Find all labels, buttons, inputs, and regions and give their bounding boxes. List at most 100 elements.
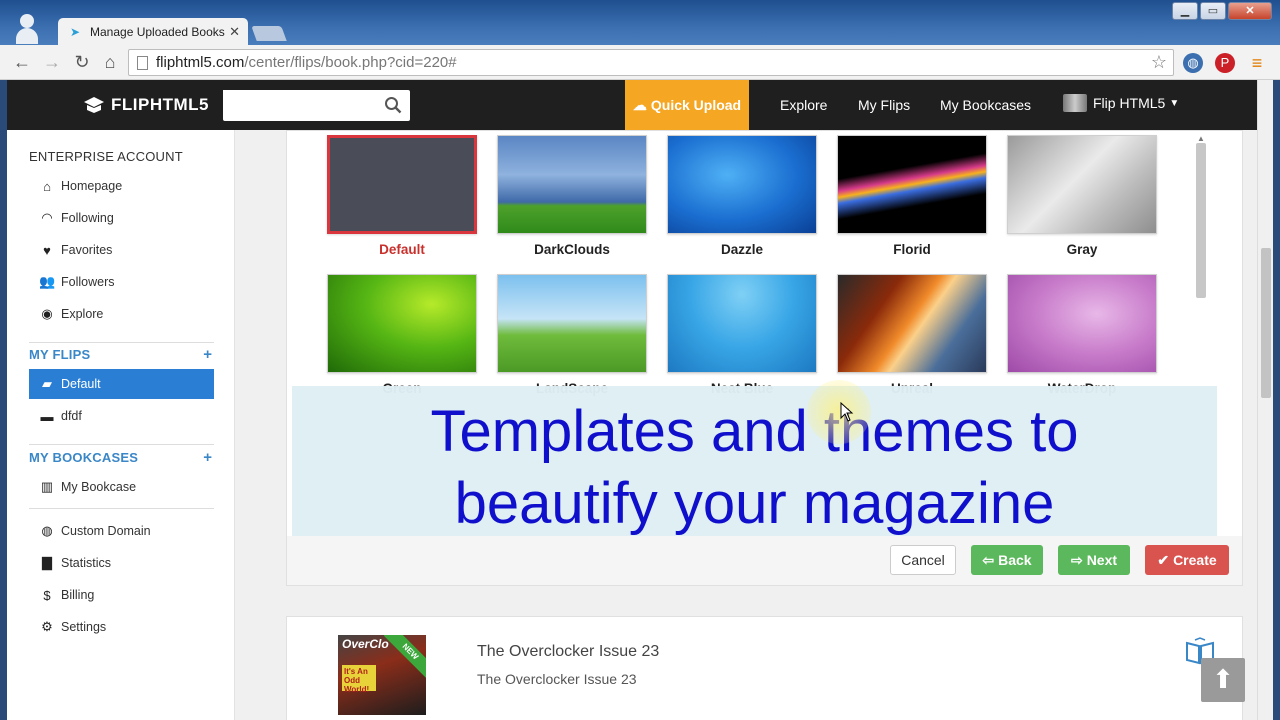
sidebar-item-dfdf[interactable]: ▬ dfdf [29,401,214,431]
logo-mark-icon [84,97,104,113]
book-subtitle: The Overclocker Issue 23 [477,671,637,687]
add-bookcase-button[interactable]: + [203,449,212,466]
nav-my-flips[interactable]: My Flips [858,97,910,113]
theme-default[interactable]: Default [327,135,477,257]
folder-icon: ▬ [40,408,54,424]
action-bar: Cancel ⇦ Back ⇨ Next ✔ Create [286,536,1243,586]
address-bar[interactable]: fliphtml5.com/center/flips/book.php?cid=… [128,49,1174,76]
sidebar-item-label: Settings [61,620,107,634]
minimize-button[interactable]: ▁ [1172,2,1198,20]
sidebar-item-homepage[interactable]: ⌂ Homepage [29,171,214,201]
back-arrow-icon[interactable]: ← [10,51,34,75]
pinterest-icon[interactable]: P [1215,53,1235,73]
browser-toolbar: ← → ↻ ⌂ fliphtml5.com/center/flips/book.… [0,45,1280,80]
rss-icon: ◠ [41,210,53,225]
sidebar-item-following[interactable]: ◠ Following [29,203,214,233]
new-tab-button[interactable] [251,26,287,41]
account-heading: ENTERPRISE ACCOUNT [29,149,183,164]
cancel-button[interactable]: Cancel [890,545,956,575]
theme-dazzle[interactable]: Dazzle [667,135,817,257]
sidebar-item-favorites[interactable]: ♥ Favorites [29,235,214,265]
dollar-icon: $ [43,587,51,603]
chrome-menu-icon[interactable]: ≡ [1247,53,1267,73]
next-button[interactable]: ⇨ Next [1058,545,1130,575]
theme-neat-blue[interactable]: Neat Blue [667,274,817,396]
sidebar-item-followers[interactable]: 👥 Followers [29,267,214,297]
cover-tagline: It's An Odd World! [342,665,376,694]
theme-florid[interactable]: Florid [837,135,987,257]
next-label: Next [1086,552,1118,568]
theme-gray[interactable]: Gray [1007,135,1157,257]
nav-explore[interactable]: Explore [780,97,827,113]
theme-thumbnail [327,274,477,373]
user-menu[interactable]: Flip HTML5 ▼ [1063,94,1179,112]
eye-icon: ◉ [41,306,53,321]
sidebar-item-statistics[interactable]: ▇ Statistics [29,548,214,578]
bar-chart-icon: ▇ [42,555,52,570]
my-flips-heading: MY FLIPS [29,347,91,362]
fliphtml5-favicon-icon: ➤ [70,24,81,39]
back-icon: ⇦ [982,551,995,568]
next-icon: ⇨ [1070,551,1083,568]
theme-thumbnail [667,274,817,373]
sidebar-item-settings[interactable]: ⚙ Settings [29,612,214,642]
theme-thumbnail [327,135,477,234]
check-icon: ✔ [1157,551,1170,568]
maximize-button[interactable]: ▭ [1200,2,1226,20]
back-to-top-button[interactable]: ⬆ [1201,658,1245,702]
folder-open-icon: ▰ [42,376,52,391]
sidebar-item-label: Following [61,211,114,225]
theme-waterdrop[interactable]: WaterDrop [1007,274,1157,396]
sidebar-item-label: Favorites [61,243,113,257]
my-bookcases-heading: MY BOOKCASES [29,450,139,465]
url-host: fliphtml5.com [156,54,245,71]
close-window-button[interactable]: ✕ [1228,2,1272,20]
theme-green[interactable]: Green [327,274,477,396]
site-logo[interactable]: FLIPHTML5 [83,95,209,115]
heart-icon: ♥ [43,242,51,258]
browser-tab[interactable]: ➤ Manage Uploaded Books ✕ [58,18,248,45]
profile-icon[interactable] [16,14,38,44]
cancel-label: Cancel [901,552,945,568]
add-flip-folder-button[interactable]: + [203,346,212,363]
search-input[interactable] [223,90,373,119]
sidebar-item-label: Billing [61,588,95,602]
back-button[interactable]: ⇦ Back [971,545,1043,575]
book-title[interactable]: The Overclocker Issue 23 [477,643,659,661]
theme-name: Gray [1066,242,1098,257]
theme-thumbnail [497,274,647,373]
divider [29,342,214,343]
theme-thumbnail [1007,274,1157,373]
book-cover[interactable]: OverClo It's An Odd World! NEW [338,635,426,715]
sidebar-item-custom-domain[interactable]: ◍ Custom Domain [29,516,214,546]
book-list-item: OverClo It's An Odd World! NEW The Overc… [286,616,1243,720]
tab-close-icon[interactable]: ✕ [229,24,240,40]
nav-my-bookcases[interactable]: My Bookcases [940,97,1031,113]
users-icon: 👥 [39,274,56,289]
theme-landscape[interactable]: LandScape [497,274,647,396]
sidebar-item-explore[interactable]: ◉ Explore [29,299,214,329]
theme-thumbnail [497,135,647,234]
theme-scrollbar[interactable] [1196,143,1206,298]
search-icon[interactable] [384,96,402,114]
cloud-upload-icon: ☁ [632,96,647,113]
create-button[interactable]: ✔ Create [1145,545,1229,575]
theme-thumbnail [837,135,987,234]
window-titlebar: ➤ Manage Uploaded Books ✕ ▁ ▭ ✕ [0,0,1280,45]
create-label: Create [1173,552,1217,568]
globe-extension-icon[interactable]: ◍ [1183,53,1203,73]
scroll-up-icon[interactable]: ▲ [1196,135,1206,143]
theme-darkclouds[interactable]: DarkClouds [497,135,647,257]
theme-name: Default [379,242,425,257]
reload-icon[interactable]: ↻ [70,51,94,75]
page-scrollbar[interactable] [1257,80,1273,720]
home-icon[interactable]: ⌂ [98,51,122,75]
sidebar-item-billing[interactable]: $ Billing [29,580,214,610]
sidebar-item-label: Default [61,377,101,391]
bookmark-star-icon[interactable]: ☆ [1151,52,1167,73]
sidebar-item-default[interactable]: ▰ Default [29,369,214,399]
forward-arrow-icon[interactable]: → [40,51,64,75]
theme-unreal[interactable]: Unreal [837,274,987,396]
quick-upload-button[interactable]: ☁ Quick Upload [625,80,749,130]
sidebar-item-my-bookcase[interactable]: ▥ My Bookcase [29,472,214,502]
